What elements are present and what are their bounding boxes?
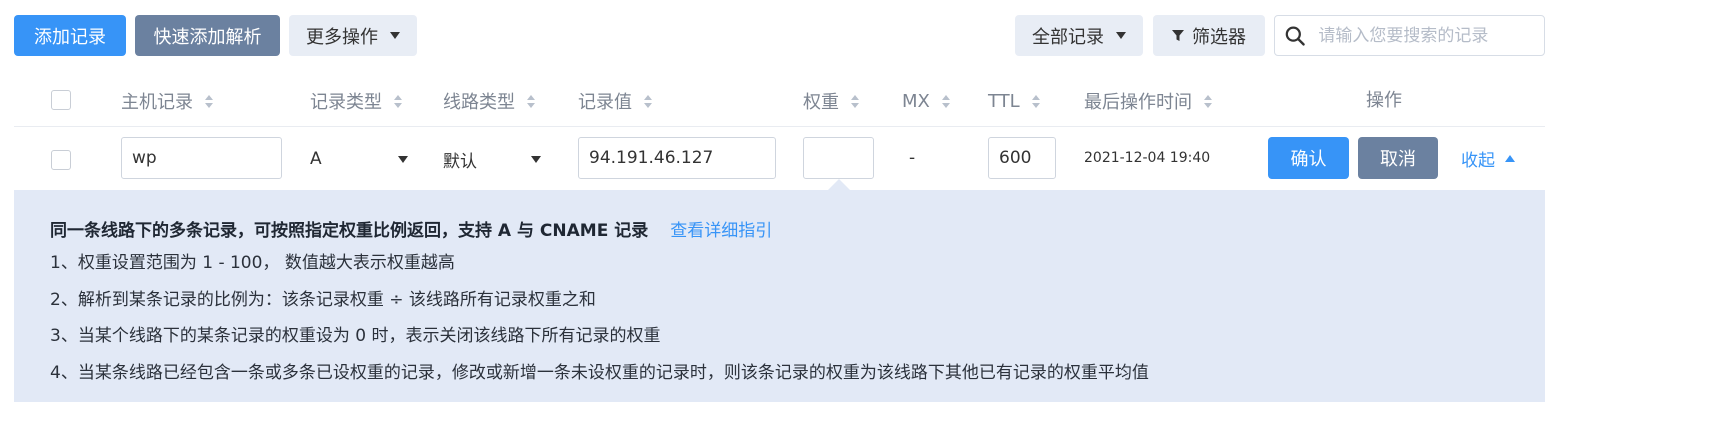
header-label: 主机记录 — [121, 92, 193, 113]
confirm-button[interactable]: 确认 — [1268, 137, 1349, 179]
filter-icon — [1172, 29, 1184, 41]
header-label: MX — [902, 90, 930, 112]
info-line-2: 2、解析到某条记录的比例为：该条记录权重 ÷ 该线路所有记录权重之和 — [50, 290, 596, 310]
more-actions-label: 更多操作 — [306, 26, 378, 48]
all-records-label: 全部记录 — [1032, 26, 1104, 48]
quick-add-button[interactable]: 快速添加解析 — [135, 15, 280, 56]
filter-label: 筛选器 — [1192, 26, 1246, 48]
info-line-4: 4、当某条线路已经包含一条或多条已设权重的记录，修改或新增一条未设权重的记录时，… — [50, 363, 1149, 383]
sort-icon[interactable] — [1204, 94, 1212, 108]
column-header-value[interactable]: 记录值 — [578, 90, 652, 113]
panel-title: 同一条线路下的多条记录，可按照指定权重比例返回，支持 A 与 CNAME 记录 — [50, 221, 649, 241]
column-header-host[interactable]: 主机记录 — [121, 90, 213, 113]
header-label: 线路类型 — [443, 92, 515, 113]
column-header-line[interactable]: 线路类型 — [443, 90, 535, 113]
record-value-text: 94.191.46.127 — [589, 148, 714, 168]
sort-icon[interactable] — [527, 94, 535, 108]
select-all-checkbox[interactable] — [51, 90, 71, 110]
column-header-actions: 操作 — [1366, 88, 1402, 111]
header-label: 记录类型 — [310, 92, 382, 113]
row-checkbox[interactable] — [51, 150, 71, 170]
sort-icon[interactable] — [644, 94, 652, 108]
last-modified-value: 2021-12-04 19:40 — [1084, 150, 1211, 166]
header-label: 权重 — [803, 92, 839, 113]
caret-up-icon — [1505, 154, 1515, 162]
record-value-input[interactable]: 94.191.46.127 — [578, 137, 776, 179]
ttl-value: 600 — [999, 148, 1032, 168]
line-type-select[interactable]: 默认 — [443, 148, 541, 172]
ttl-input[interactable]: 600 — [988, 137, 1056, 179]
column-header-last-modified[interactable]: 最后操作时间 — [1084, 90, 1212, 113]
add-record-label: 添加记录 — [34, 26, 106, 48]
search-input[interactable] — [1316, 24, 1544, 47]
sort-icon[interactable] — [1031, 94, 1040, 108]
column-header-type[interactable]: 记录类型 — [310, 90, 402, 113]
weight-input[interactable] — [803, 137, 874, 179]
sort-icon[interactable] — [394, 94, 402, 108]
mx-value: - — [909, 148, 916, 168]
panel-pointer — [828, 179, 850, 190]
column-header-mx[interactable]: MX — [902, 90, 950, 112]
more-actions-dropdown[interactable]: 更多操作 — [289, 15, 417, 56]
record-type-select[interactable]: A — [310, 148, 408, 170]
column-header-weight[interactable]: 权重 — [803, 90, 859, 113]
add-record-button[interactable]: 添加记录 — [14, 15, 126, 56]
sort-icon[interactable] — [941, 94, 950, 108]
host-input[interactable]: wp — [121, 137, 282, 179]
header-label: 操作 — [1366, 90, 1402, 111]
all-records-dropdown[interactable]: 全部记录 — [1015, 15, 1143, 56]
panel-title-row: 同一条线路下的多条记录，可按照指定权重比例返回，支持 A 与 CNAME 记录 … — [50, 216, 772, 241]
cancel-button[interactable]: 取消 — [1358, 137, 1438, 179]
header-label: 最后操作时间 — [1084, 92, 1192, 113]
search-box[interactable] — [1274, 15, 1545, 56]
caret-down-icon — [390, 32, 400, 39]
record-type-value: A — [310, 149, 322, 169]
weight-info-panel: 同一条线路下的多条记录，可按照指定权重比例返回，支持 A 与 CNAME 记录 … — [14, 190, 1545, 402]
line-type-value: 默认 — [443, 151, 477, 172]
header-label: 记录值 — [578, 92, 632, 113]
sort-icon[interactable] — [205, 94, 213, 108]
collapse-link[interactable]: 收起 — [1461, 147, 1515, 171]
dropdown-arrow-icon — [398, 155, 408, 163]
quick-add-label: 快速添加解析 — [153, 26, 262, 48]
confirm-label: 确认 — [1290, 149, 1327, 170]
search-icon — [1285, 25, 1305, 46]
header-label: TTL — [988, 90, 1020, 112]
guide-link[interactable]: 查看详细指引 — [670, 216, 772, 241]
cancel-label: 取消 — [1380, 149, 1416, 170]
header-divider — [14, 126, 1545, 127]
dropdown-arrow-icon — [531, 155, 541, 163]
host-input-value: wp — [132, 148, 157, 168]
column-header-ttl[interactable]: TTL — [988, 90, 1040, 112]
sort-icon[interactable] — [851, 94, 859, 108]
info-line-3: 3、当某个线路下的某条记录的权重设为 0 时，表示关闭该线路下所有记录的权重 — [50, 326, 661, 346]
filter-button[interactable]: 筛选器 — [1153, 15, 1265, 56]
caret-down-icon — [1116, 32, 1126, 39]
collapse-label: 收起 — [1461, 150, 1495, 171]
info-line-1: 1、权重设置范围为 1 - 100， 数值越大表示权重越高 — [50, 253, 455, 273]
